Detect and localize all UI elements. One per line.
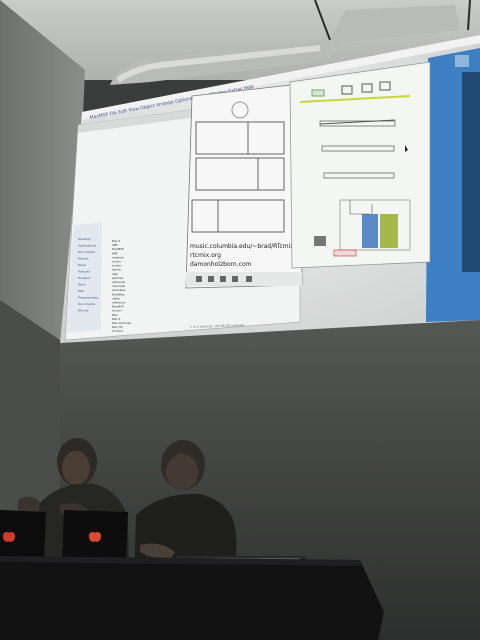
finder-sidebar-item[interactable]: Documents [78,250,96,254]
apple-logo-icon [89,532,101,542]
patch-image [362,214,378,248]
apple-logo-icon [3,532,15,542]
dock-strip [462,72,480,272]
finder-sidebar-item[interactable]: Documents [78,302,96,306]
patcher-caption-1: music.columbia.edu/~brad/RTcmix [190,243,294,250]
finder-sidebar-item[interactable]: Max [78,289,84,293]
max-patch-window [289,61,431,269]
desktop-icon [455,55,469,67]
finder-file-item[interactable]: rtcmix5 [112,329,123,333]
patch-object [333,249,357,257]
finder-sidebar-item[interactable]: Programming [78,296,98,300]
finder-sidebar-item[interactable]: RTcmix [78,309,89,313]
patcher-window: music.columbia.edu/~brad/RTcmix rtcmix.o… [185,83,303,289]
finder-sidebar-item[interactable]: Movies [78,257,89,261]
table [0,556,384,640]
patch-image [380,214,398,248]
laptop-left [0,510,46,560]
patch-object [314,236,326,246]
laptop-center [62,510,128,562]
photo-scene: MaxMSP File Edit View Object Arrange Opt… [0,0,480,640]
finder-sidebar-item[interactable]: Desktop [78,237,90,241]
finder-sidebar-item[interactable]: Music [78,263,87,267]
patcher-caption-3: damonholzborn.com [190,261,252,268]
finder-sidebar-item[interactable]: Pictures [78,270,90,274]
finder-sidebar-item[interactable]: Work [78,283,86,287]
finder-sidebar-item[interactable]: Applications [78,244,97,248]
finder-sidebar-item[interactable]: Dropbox [78,276,91,280]
patcher-toolbar [186,272,302,286]
patcher-caption-2: rtcmix.org [190,252,221,259]
patch-object [311,89,325,97]
